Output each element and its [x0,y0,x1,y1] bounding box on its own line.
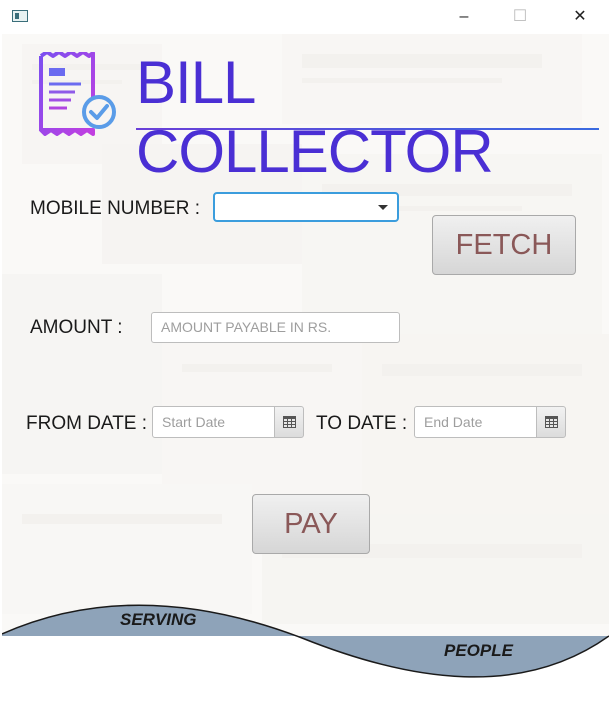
start-date-field[interactable]: Start Date [152,406,275,438]
receipt-check-icon [39,52,116,136]
amount-label: AMOUNT : [30,317,123,338]
maximize-button[interactable]: ☐ [510,8,530,26]
from-date-label: FROM DATE : [26,413,148,434]
mobile-number-combobox[interactable] [213,192,399,222]
close-button[interactable]: ✕ [570,8,590,26]
to-date-label: TO DATE : [316,413,408,434]
app-window: – ☐ ✕ BILL COLLECTOR MOBILE NUMBER: FET… [0,0,613,714]
main-panel: BILL COLLECTOR MOBILE NUMBER : FETCH AMO… [2,34,609,714]
calendar-icon [283,416,296,428]
calendar-icon [545,416,558,428]
end-date-picker-button[interactable] [536,406,566,438]
start-date-picker-button[interactable] [274,406,304,438]
title-underline [136,128,599,130]
amount-field[interactable]: AMOUNT PAYABLE IN RS. [151,312,400,343]
title-bar: – ☐ ✕ [0,0,613,34]
end-date-field[interactable]: End Date [414,406,537,438]
footer-people-text: PEOPLE [444,641,513,660]
footer-serving-text: SERVING [120,610,197,629]
minimize-button[interactable]: – [454,8,474,26]
footer-wave [2,604,609,714]
chevron-down-icon[interactable] [378,205,388,210]
pay-button[interactable]: PAY [252,494,370,554]
mobile-number-label: MOBILE NUMBER : [30,198,200,219]
app-title: BILL COLLECTOR [136,49,494,185]
app-icon [12,10,28,22]
fetch-button[interactable]: FETCH [432,215,576,275]
